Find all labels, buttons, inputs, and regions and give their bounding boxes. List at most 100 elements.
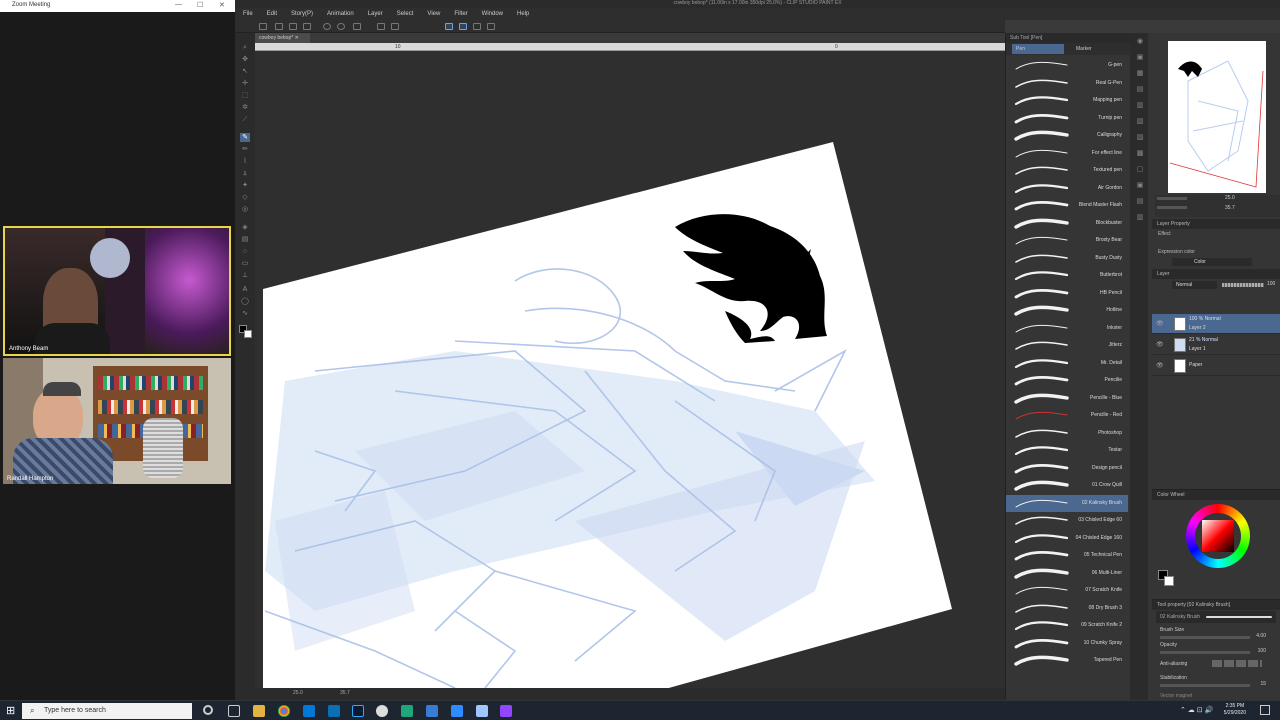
brush-item[interactable]: Busty Dusty [1006,250,1128,268]
brush-item[interactable]: HB Pencil [1006,285,1128,303]
brush-item[interactable]: Brosty Bear [1006,232,1128,250]
new-file-icon[interactable] [259,23,267,30]
subview-icon[interactable]: ▣ [1135,53,1145,62]
layer-move-icon[interactable]: ✛ [240,79,250,88]
brush-item[interactable]: Photoshop [1006,425,1128,443]
layer-row[interactable]: 👁 100 % Normal Layer 2 [1152,314,1280,334]
brush-item[interactable]: Hotline [1006,302,1128,320]
airbrush-icon[interactable]: ⍋ [240,169,250,178]
navigator-icon[interactable]: ◉ [1135,37,1145,46]
brush-item[interactable]: 02 Kalinsky Brush [1006,494,1128,512]
fill-tool-icon[interactable]: ◈ [240,223,250,232]
stabilization-slider[interactable] [1160,684,1250,687]
zoom-tool-icon[interactable]: ⌕ [240,43,250,52]
eraser-icon[interactable]: ◇ [240,193,250,202]
clip-studio-icon[interactable] [376,705,388,717]
save-icon[interactable] [289,23,297,30]
snap-special-icon[interactable] [487,23,495,30]
brush-item[interactable]: Mr. Detail [1006,355,1128,373]
brush-item[interactable]: Blockbuster [1006,215,1128,233]
mail-icon[interactable] [303,705,315,717]
brush-tool-icon[interactable]: ⌇ [240,157,250,166]
navigator-rotate-slider[interactable] [1157,206,1187,209]
taskbar-clock[interactable]: 2:35 PM 5/29/2020 [1224,703,1246,717]
canvas-area[interactable] [255,51,1005,688]
photoshop-icon[interactable] [352,705,364,717]
animation-cels-icon[interactable]: ▣ [1135,181,1145,190]
tray-icons[interactable]: ⌃ ☁ ⊡ 🔊 [1180,706,1213,714]
clear-icon[interactable] [391,23,399,30]
blend-mode-dropdown[interactable]: Normal [1172,281,1217,289]
task-view-icon[interactable] [228,705,240,717]
video-tile-anthony[interactable]: Anthony Beam [3,226,231,356]
brush-item[interactable]: Textured pen [1006,162,1128,180]
menu-filter[interactable]: Filter [454,11,467,17]
history-icon[interactable]: ▤ [1135,85,1145,94]
tab-pen[interactable]: Pen [1012,44,1064,54]
auto-select-icon[interactable]: ✲ [240,103,250,112]
chrome-icon[interactable] [278,705,290,717]
close-icon[interactable]: ✕ [219,1,225,9]
snap-ruler-icon[interactable] [445,23,453,30]
move-tool-icon[interactable]: ✥ [240,55,250,64]
brush-item[interactable]: 01 Crow Quill [1006,477,1128,495]
brush-item[interactable]: 09 Scratch Knife 2 [1006,617,1128,635]
brush-item[interactable]: 10 Chunky Spray [1006,635,1128,653]
eye-icon[interactable]: 👁 [1156,362,1164,369]
cortana-icon[interactable] [203,705,213,715]
menu-window[interactable]: Window [482,11,503,17]
minimize-icon[interactable]: — [175,1,182,8]
brush-item[interactable]: 07 Scratch Knife [1006,582,1128,600]
maximize-icon[interactable]: ☐ [197,1,203,9]
pen-tool-icon[interactable]: ✎ [240,133,250,142]
store-icon[interactable] [328,705,340,717]
menu-story[interactable]: Story(P) [291,11,313,17]
layer-tab[interactable]: Layer [1152,269,1280,279]
timeline-icon[interactable]: ▢ [1135,165,1145,174]
twitch-icon[interactable] [500,705,512,717]
info-icon[interactable]: ▦ [1135,69,1145,78]
notification-icon[interactable] [1260,705,1270,715]
decoration-icon[interactable]: ✦ [240,181,250,190]
menu-edit[interactable]: Edit [267,11,277,17]
brush-item[interactable]: G-pen [1006,57,1128,75]
brush-item[interactable]: Pencilie [1006,372,1128,390]
brush-item[interactable]: 04 Chisled Edge 160 [1006,530,1128,548]
brush-item[interactable]: Mapping pen [1006,92,1128,110]
color-set-icon[interactable]: ▤ [1135,197,1145,206]
brush-item[interactable]: Real G-Pen [1006,75,1128,93]
transform-icon[interactable] [377,23,385,30]
operation-tool-icon[interactable]: ↖ [240,67,250,76]
sub-color-swatch[interactable] [244,330,252,338]
auto-action-icon[interactable]: ▨ [1135,133,1145,142]
menu-view[interactable]: View [427,11,440,17]
brush-item[interactable]: Butterbrot [1006,267,1128,285]
frame-tool-icon[interactable]: ▭ [240,259,250,268]
menu-file[interactable]: File [243,11,253,17]
color-slider-icon[interactable]: ▥ [1135,213,1145,222]
eyedropper-icon[interactable]: ⟋ [240,115,250,124]
blend-tool-icon[interactable]: ◎ [240,205,250,214]
brush-item[interactable]: Turnip pen [1006,110,1128,128]
open-file-icon[interactable] [275,23,283,30]
menu-help[interactable]: Help [517,11,529,17]
menu-animation[interactable]: Animation [327,11,354,17]
brush-item[interactable]: Inkster [1006,320,1128,338]
sub-color-chip[interactable] [1164,576,1174,586]
settings-icon[interactable] [353,23,361,30]
document-tab[interactable]: cowboy bebop* ✕ [255,33,310,43]
expression-dropdown[interactable]: Color [1172,258,1252,266]
taskbar-search[interactable]: ⌕ Type here to search [22,703,192,719]
brush-item[interactable]: Jitterz [1006,337,1128,355]
item-bank-icon[interactable]: ▩ [1135,149,1145,158]
sheets-icon[interactable] [401,705,413,717]
eye-icon[interactable]: 👁 [1156,341,1164,348]
undo-icon[interactable] [323,23,331,30]
layer-row[interactable]: 👁 21 % Normal Layer 1 [1152,335,1280,355]
redo-icon[interactable] [337,23,345,30]
brush-item[interactable]: 08 Dry Brush 3 [1006,600,1128,618]
brush-item[interactable]: Design pencil [1006,460,1128,478]
balloon-icon[interactable]: ◯ [240,297,250,306]
brush-item[interactable]: Air Gordon [1006,180,1128,198]
eye-icon[interactable]: 👁 [1156,320,1164,327]
